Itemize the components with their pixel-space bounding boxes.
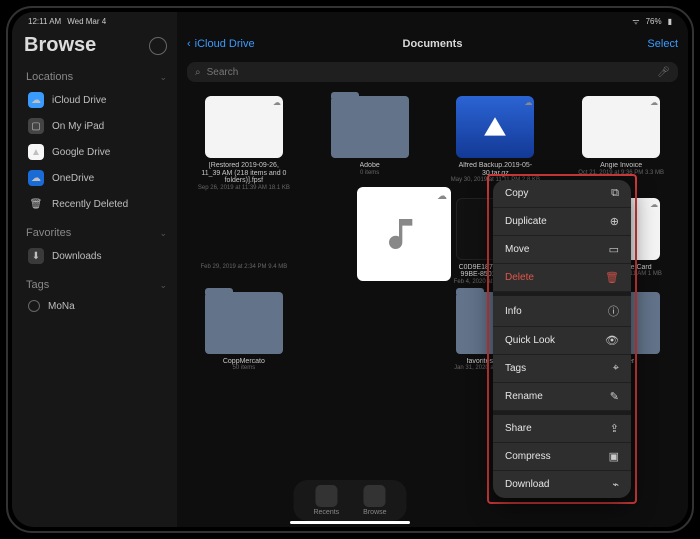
copy-icon: ⧉ bbox=[611, 187, 619, 200]
folder-icon: ▭ bbox=[609, 243, 619, 256]
battery-percent: 76% bbox=[646, 17, 662, 26]
section-header-favorites[interactable]: Favorites⌄ bbox=[26, 227, 167, 239]
sidebar-item-onedrive[interactable]: ☁︎OneDrive bbox=[24, 165, 167, 191]
sidebar-item-recentlydeleted[interactable]: 🗑Recently Deleted bbox=[24, 191, 167, 217]
ctx-move[interactable]: Move▭ bbox=[493, 236, 631, 264]
sidebar-item-onmyipad[interactable]: ▢On My iPad bbox=[24, 113, 167, 139]
tag-icon: ⌖ bbox=[613, 362, 619, 375]
files-app: Browse Locations⌄ ☁︎iCloud Drive ▢On My … bbox=[12, 12, 688, 527]
folder-icon bbox=[364, 485, 386, 507]
file-item[interactable] bbox=[313, 292, 427, 372]
eye-icon: 👁 bbox=[605, 334, 619, 347]
ctx-quicklook[interactable]: Quick Look👁 bbox=[493, 327, 631, 355]
sidebar-item-downloads[interactable]: ⬇︎Downloads bbox=[24, 243, 167, 269]
clock-icon bbox=[315, 485, 337, 507]
cloud-download-icon: ☁︎ bbox=[650, 98, 658, 107]
sidebar-item-googledrive[interactable]: ▲Google Drive bbox=[24, 139, 167, 165]
ipad-device-frame: 12:11 AM Wed Mar 4 ᯤ 76% ▮ Browse Locati… bbox=[6, 6, 694, 533]
screen: 12:11 AM Wed Mar 4 ᯤ 76% ▮ Browse Locati… bbox=[12, 12, 688, 527]
section-header-locations[interactable]: Locations⌄ bbox=[26, 71, 167, 83]
file-item[interactable]: CoppMercato 50 items bbox=[187, 292, 301, 372]
chevron-left-icon: ‹ bbox=[187, 38, 191, 50]
wifi-icon: ᯤ bbox=[632, 16, 639, 27]
cloud-icon: ☁︎ bbox=[28, 92, 44, 108]
dock-browse[interactable]: Browse bbox=[363, 485, 386, 516]
sidebar: Browse Locations⌄ ☁︎iCloud Drive ▢On My … bbox=[12, 12, 177, 527]
ctx-compress[interactable]: Compress▣ bbox=[493, 443, 631, 471]
ctx-duplicate[interactable]: Duplicate⊕ bbox=[493, 208, 631, 236]
back-button[interactable]: ‹ iCloud Drive bbox=[187, 38, 255, 50]
status-date: Wed Mar 4 bbox=[67, 17, 106, 26]
chevron-down-icon: ⌄ bbox=[159, 72, 167, 83]
search-placeholder: Search bbox=[207, 67, 239, 78]
cloud-download-icon: ⌁ bbox=[612, 478, 619, 491]
folder-icon bbox=[331, 96, 409, 158]
dock: Recents Browse bbox=[293, 480, 406, 521]
select-button[interactable]: Select bbox=[647, 38, 678, 50]
selected-file-preview[interactable]: ☁︎ bbox=[357, 187, 451, 281]
pencil-icon: ✎ bbox=[610, 390, 619, 403]
mic-icon[interactable]: 🎤︎ bbox=[657, 67, 670, 78]
tag-circle-icon bbox=[28, 300, 40, 312]
ctx-info[interactable]: Infoⓘ bbox=[493, 296, 631, 327]
battery-icon: ▮ bbox=[668, 17, 672, 26]
ctx-copy[interactable]: Copy⧉ bbox=[493, 180, 631, 208]
ctx-rename[interactable]: Rename✎ bbox=[493, 383, 631, 411]
sidebar-title: Browse bbox=[24, 34, 96, 57]
folder-icon bbox=[205, 292, 283, 354]
ctx-share[interactable]: Share⇪ bbox=[493, 415, 631, 443]
trash-icon: 🗑 bbox=[28, 196, 44, 212]
main-content: ‹ iCloud Drive Documents Select ⌕ Search… bbox=[177, 12, 688, 527]
file-item[interactable]: ☁︎ [Restored 2019-09-26, 11_39 AM (218 i… bbox=[187, 96, 301, 192]
context-menu-highlight: Copy⧉ Duplicate⊕ Move▭ Delete🗑 Infoⓘ Qui… bbox=[487, 174, 637, 504]
context-menu: Copy⧉ Duplicate⊕ Move▭ Delete🗑 Infoⓘ Qui… bbox=[493, 180, 631, 498]
section-header-tags[interactable]: Tags⌄ bbox=[26, 279, 167, 291]
cloud-download-icon: ☁︎ bbox=[524, 98, 532, 107]
app-icon: ☁︎ bbox=[456, 96, 534, 158]
ipad-icon: ▢ bbox=[28, 118, 44, 134]
status-bar: 12:11 AM Wed Mar 4 ᯤ 76% ▮ bbox=[12, 12, 688, 30]
trash-icon: 🗑 bbox=[605, 271, 619, 284]
more-icon[interactable] bbox=[149, 37, 167, 55]
chevron-down-icon: ⌄ bbox=[159, 228, 167, 239]
duplicate-icon: ⊕ bbox=[610, 215, 619, 228]
cloud-download-icon: ☁︎ bbox=[437, 191, 447, 202]
ctx-tags[interactable]: Tags⌖ bbox=[493, 355, 631, 383]
file-item[interactable]: Adobe 0 items bbox=[313, 96, 427, 192]
info-icon: ⓘ bbox=[608, 303, 619, 319]
ctx-delete[interactable]: Delete🗑 bbox=[493, 264, 631, 292]
share-icon: ⇪ bbox=[610, 422, 619, 435]
sidebar-item-icloud[interactable]: ☁︎iCloud Drive bbox=[24, 87, 167, 113]
dock-recents[interactable]: Recents bbox=[313, 485, 339, 516]
cloud-download-icon: ☁︎ bbox=[273, 98, 281, 107]
topbar: ‹ iCloud Drive Documents Select bbox=[177, 30, 688, 58]
search-input[interactable]: ⌕ Search 🎤︎ bbox=[187, 62, 678, 82]
sidebar-item-tag-mona[interactable]: MoNa bbox=[24, 295, 167, 317]
downloads-icon: ⬇︎ bbox=[28, 248, 44, 264]
search-icon: ⌕ bbox=[195, 67, 201, 78]
status-time: 12:11 AM bbox=[28, 17, 61, 26]
ctx-download[interactable]: Download⌁ bbox=[493, 471, 631, 498]
onedrive-icon: ☁︎ bbox=[28, 170, 44, 186]
archive-icon: ▣ bbox=[609, 450, 619, 463]
chevron-down-icon: ⌄ bbox=[159, 280, 167, 291]
home-indicator[interactable] bbox=[290, 521, 410, 524]
music-note-icon bbox=[384, 214, 424, 254]
google-drive-icon: ▲ bbox=[28, 144, 44, 160]
document-icon: ☁︎ bbox=[205, 96, 283, 158]
document-icon: ☁︎ bbox=[582, 96, 660, 158]
cloud-download-icon: ☁︎ bbox=[650, 200, 658, 209]
file-item-selected[interactable]: Feb 29, 2019 at 2:34 PM 9.4 MB bbox=[187, 198, 301, 286]
